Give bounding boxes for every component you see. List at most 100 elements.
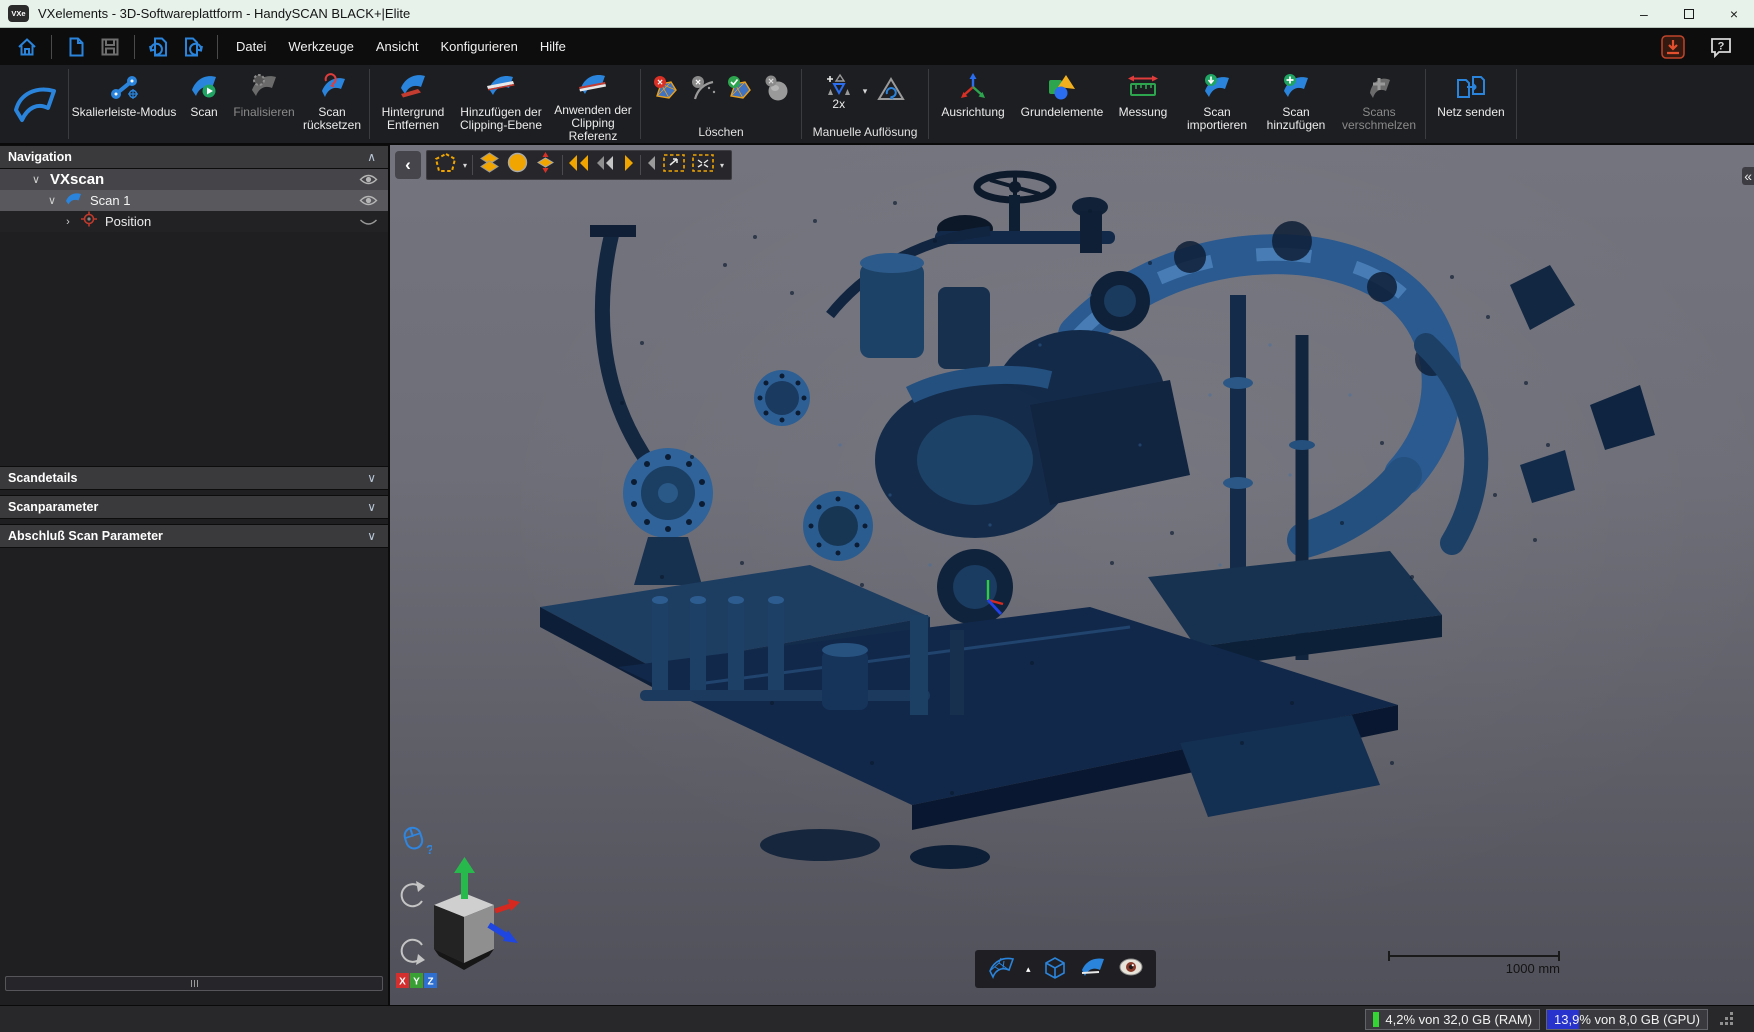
menu-hilfe[interactable]: Hilfe xyxy=(540,39,566,54)
download-icon[interactable] xyxy=(1660,34,1686,60)
send-mesh-icon xyxy=(1454,68,1488,106)
menu-konfigurieren[interactable]: Konfigurieren xyxy=(441,39,518,54)
dropdown-icon[interactable]: ▾ xyxy=(720,161,724,170)
chevron-up-icon[interactable]: ∧ xyxy=(367,150,376,164)
divider xyxy=(369,69,370,139)
window-title: VXelements - 3D-Softwareplattform - Hand… xyxy=(38,6,410,21)
resolution-multiplier-button[interactable]: 2x xyxy=(824,72,854,111)
circle-marker-icon[interactable] xyxy=(506,151,529,179)
delete-boundary-button[interactable]: × xyxy=(689,75,717,108)
surface-display-icon[interactable] xyxy=(1079,954,1107,985)
ram-usage-indicator: 4,2% von 32,0 GB (RAM) xyxy=(1365,1009,1540,1030)
navigation-panel-header[interactable]: Navigation ∧ xyxy=(0,145,388,169)
home-button[interactable] xyxy=(14,34,40,60)
titlebar: VXe VXelements - 3D-Softwareplattform - … xyxy=(0,0,1754,28)
chevron-right-icon[interactable]: › xyxy=(62,216,74,228)
chevron-down-icon[interactable]: ∨ xyxy=(30,173,42,186)
diamond-arrows-icon[interactable] xyxy=(534,151,557,179)
measurement-icon xyxy=(1127,68,1159,106)
display-mode-dropdown-icon[interactable]: ▴ xyxy=(1026,964,1031,975)
ribbon-button-grundelemente[interactable]: Grundelemente xyxy=(1015,65,1109,143)
last-frame-icon[interactable] xyxy=(646,153,657,178)
chevron-down-icon[interactable]: ∨ xyxy=(46,194,58,207)
menubar: Datei Werkzeuge Ansicht Konfigurieren Hi… xyxy=(0,28,1754,65)
ribbon-button-scan-hinzufuegen[interactable]: Scan hinzufügen xyxy=(1257,65,1335,143)
collapse-panel-icon[interactable]: « xyxy=(1742,167,1754,185)
section-scandetails[interactable]: Scandetails ∨ xyxy=(0,466,388,490)
recalculate-resolution-button[interactable] xyxy=(876,75,906,108)
ribbon-button-finalisieren[interactable]: Finalisieren xyxy=(231,65,297,143)
merge-scans-icon xyxy=(1364,68,1394,106)
first-frame-icon[interactable] xyxy=(568,153,590,178)
zoom-selection-icon[interactable] xyxy=(662,152,686,179)
vxscan-module-icon[interactable] xyxy=(4,65,66,143)
ribbon-button-clipping-ebene[interactable]: Hinzufügen der Clipping-Ebene xyxy=(454,65,548,143)
menu-werkzeuge[interactable]: Werkzeuge xyxy=(288,39,354,54)
surface-selection-icon[interactable] xyxy=(434,152,458,179)
zoom-extents-icon[interactable] xyxy=(691,152,715,179)
back-chevron-icon[interactable]: ‹ xyxy=(395,151,421,179)
viewport-toolbar: ‹ ▾ xyxy=(395,150,732,180)
visibility-eye-icon[interactable] xyxy=(359,194,378,212)
3d-viewport[interactable]: ‹ ▾ xyxy=(390,145,1754,1005)
tree-item-position[interactable]: › Position xyxy=(0,211,388,232)
ribbon-button-clipping-referenz[interactable]: Anwenden der Clipping Referenz xyxy=(548,65,638,143)
section-abschluss-scan-parameter[interactable]: Abschluß Scan Parameter ∨ xyxy=(0,524,388,548)
delete-group: × × × Löschen xyxy=(643,65,799,143)
divider xyxy=(472,155,473,175)
primitives-icon xyxy=(1047,68,1077,106)
delete-facets-button[interactable]: × xyxy=(652,75,680,108)
tree-item-scan1[interactable]: ∨ Scan 1 xyxy=(0,190,388,211)
resolution-value: 2x xyxy=(832,98,845,111)
visibility-partial-icon[interactable] xyxy=(359,215,378,233)
confirm-delete-button[interactable] xyxy=(726,75,754,108)
export-session-button[interactable] xyxy=(180,34,206,60)
previous-frame-icon[interactable] xyxy=(595,153,617,178)
ram-usage-text: 4,2% von 32,0 GB (RAM) xyxy=(1385,1012,1532,1027)
maximize-button[interactable] xyxy=(1684,9,1694,19)
close-button[interactable]: × xyxy=(1730,7,1738,21)
ribbon-button-messung[interactable]: Messung xyxy=(1109,65,1177,143)
menu-datei[interactable]: Datei xyxy=(236,39,266,54)
mesh-display-icon[interactable] xyxy=(986,954,1016,985)
save-button-disabled[interactable] xyxy=(97,34,123,60)
ribbon-button-skalierleiste-modus[interactable]: Skalierleiste-Modus xyxy=(71,65,177,143)
eye-render-icon[interactable] xyxy=(1117,955,1145,984)
new-session-button[interactable] xyxy=(63,34,89,60)
sidebar-scrollbar[interactable] xyxy=(5,976,383,991)
dropdown-icon[interactable]: ▾ xyxy=(463,161,467,170)
menu-ansicht[interactable]: Ansicht xyxy=(376,39,419,54)
import-session-button[interactable] xyxy=(146,34,172,60)
ribbon-button-hintergrund-entfernen[interactable]: Hintergrund Entfernen xyxy=(372,65,454,143)
next-frame-icon[interactable] xyxy=(622,153,635,178)
visibility-eye-icon[interactable] xyxy=(359,173,378,191)
minimize-button[interactable]: – xyxy=(1640,7,1648,21)
resize-grip-icon[interactable] xyxy=(1720,1012,1734,1026)
ribbon-button-scan-importieren[interactable]: Scan importieren xyxy=(1177,65,1257,143)
section-scanparameter[interactable]: Scanparameter ∨ xyxy=(0,495,388,519)
ribbon-button-netz-senden[interactable]: Netz senden xyxy=(1428,65,1514,143)
delete-group-label: Löschen xyxy=(698,125,743,143)
resolution-dropdown-icon[interactable]: ▾ xyxy=(863,86,868,97)
divider xyxy=(640,155,641,175)
delete-sphere-button[interactable]: × xyxy=(763,75,791,108)
display-mode-toolbar: ▴ xyxy=(975,950,1156,988)
svg-text:×: × xyxy=(657,77,663,88)
app-logo-icon: VXe xyxy=(8,5,29,22)
scan-point-cloud[interactable] xyxy=(390,145,1754,1005)
divider xyxy=(68,69,69,139)
ribbon-button-ausrichtung[interactable]: Ausrichtung xyxy=(931,65,1015,143)
wireframe-box-icon[interactable] xyxy=(1041,954,1069,985)
ribbon-button-scans-verschmelzen[interactable]: Scans verschmelzen xyxy=(1335,65,1423,143)
import-scan-icon xyxy=(1202,68,1232,106)
chevron-down-icon[interactable]: ∨ xyxy=(367,471,376,485)
ribbon-button-scan[interactable]: Scan xyxy=(177,65,231,143)
help-bubble-icon[interactable]: ? xyxy=(1708,34,1734,60)
chevron-down-icon[interactable]: ∨ xyxy=(367,529,376,543)
tree-item-vxscan[interactable]: ∨ VXscan xyxy=(0,169,388,190)
diamond-stack-icon[interactable] xyxy=(478,151,501,179)
chevron-down-icon[interactable]: ∨ xyxy=(367,500,376,514)
add-scan-icon xyxy=(1281,68,1311,106)
ribbon-button-scan-ruecksetzen[interactable]: Scan rücksetzen xyxy=(297,65,367,143)
navigation-cube[interactable]: X Y Z xyxy=(392,853,526,996)
